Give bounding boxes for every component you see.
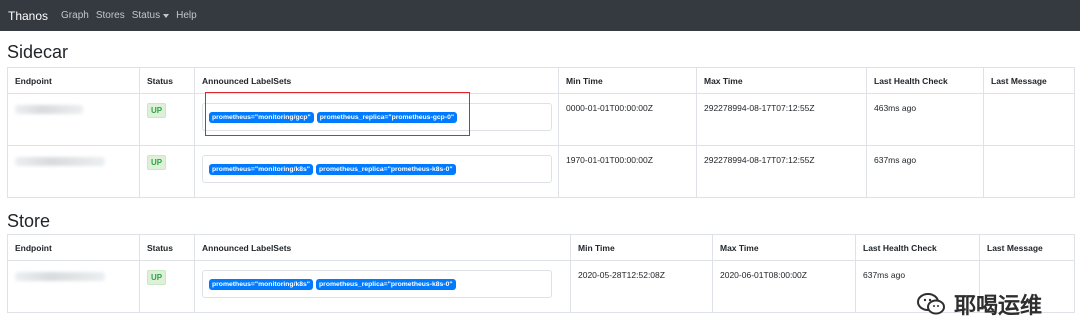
labelset-box: prometheus="monitoring/k8s" prometheus_r… — [202, 155, 552, 183]
message-cell — [983, 93, 1075, 146]
sidecar-table: Endpoint Status Announced LabelSets Min … — [7, 67, 1075, 198]
header-last-message: Last Message — [979, 234, 1075, 261]
table-row: UP prometheus="monitoring/k8s" prometheu… — [7, 260, 1075, 313]
label-badge: prometheus="monitoring/k8s" — [209, 163, 314, 175]
watermark: 耶喝运维 — [916, 288, 1042, 320]
label-badge: prometheus_replica="prometheus-k8s-0" — [316, 163, 456, 175]
header-labelsets: Announced LabelSets — [194, 67, 559, 94]
status-cell: UP — [139, 260, 195, 313]
endpoint-redacted — [15, 105, 83, 114]
endpoint-redacted — [15, 157, 105, 166]
highlight-box — [205, 92, 470, 136]
endpoint-redacted — [15, 272, 105, 281]
table-row: UP prometheus="monitoring/k8s" prometheu… — [7, 145, 1075, 198]
header-min-time: Min Time — [558, 67, 697, 94]
nav-help[interactable]: Help — [176, 10, 197, 21]
wechat-icon — [916, 293, 945, 315]
labelsets-cell: prometheus="monitoring/k8s" prometheus_r… — [194, 145, 559, 198]
max-time-cell: 292278994-08-17T07:12:55Z — [696, 93, 867, 146]
max-time-cell: 2020-06-01T08:00:00Z — [712, 260, 856, 313]
header-min-time: Min Time — [570, 234, 713, 261]
status-badge: UP — [147, 270, 167, 285]
header-max-time: Max Time — [712, 234, 856, 261]
header-endpoint: Endpoint — [7, 234, 140, 261]
min-time-cell: 1970-01-01T00:00:00Z — [558, 145, 697, 198]
endpoint-cell — [7, 93, 140, 146]
chevron-down-icon — [163, 13, 170, 18]
store-heading: Store — [7, 211, 51, 231]
header-health-check: Last Health Check — [855, 234, 980, 261]
status-cell: UP — [139, 145, 195, 198]
nav-stores[interactable]: Stores — [96, 10, 125, 21]
status-badge: UP — [147, 103, 167, 118]
header-last-message: Last Message — [983, 67, 1075, 94]
brand-link[interactable]: Thanos — [8, 9, 48, 23]
header-status: Status — [139, 67, 195, 94]
label-badge: prometheus="monitoring/k8s" — [209, 278, 314, 290]
endpoint-cell — [7, 145, 140, 198]
max-time-cell: 292278994-08-17T07:12:55Z — [696, 145, 867, 198]
store-table: Endpoint Status Announced LabelSets Min … — [7, 234, 1075, 313]
labelsets-cell: prometheus="monitoring/k8s" prometheus_r… — [194, 260, 571, 313]
nav-status-label: Status — [131, 10, 161, 21]
header-max-time: Max Time — [696, 67, 867, 94]
endpoint-cell — [7, 260, 140, 313]
table-header-row: Endpoint Status Announced LabelSets Min … — [7, 234, 1075, 261]
top-navbar: Thanos Graph Stores Status Help — [0, 0, 1080, 31]
table-row: UP prometheus="monitoring/gcp" prometheu… — [7, 93, 1075, 146]
label-badge: prometheus_replica="prometheus-k8s-0" — [316, 278, 456, 290]
table-header-row: Endpoint Status Announced LabelSets Min … — [7, 67, 1075, 94]
nav-graph[interactable]: Graph — [61, 10, 89, 21]
header-status: Status — [139, 234, 195, 261]
min-time-cell: 2020-05-28T12:52:08Z — [570, 260, 713, 313]
nav-status-dropdown[interactable]: Status — [131, 10, 170, 21]
labelset-box: prometheus="monitoring/k8s" prometheus_r… — [202, 270, 552, 298]
header-health-check: Last Health Check — [866, 67, 984, 94]
header-labelsets: Announced LabelSets — [194, 234, 571, 261]
header-endpoint: Endpoint — [7, 67, 140, 94]
sidecar-heading: Sidecar — [7, 42, 69, 62]
watermark-text: 耶喝运维 — [953, 293, 1042, 318]
message-cell — [983, 145, 1075, 198]
min-time-cell: 0000-01-01T00:00:00Z — [558, 93, 697, 146]
health-cell: 637ms ago — [866, 145, 984, 198]
status-badge: UP — [147, 155, 167, 170]
status-cell: UP — [139, 93, 195, 146]
health-cell: 463ms ago — [866, 93, 984, 146]
